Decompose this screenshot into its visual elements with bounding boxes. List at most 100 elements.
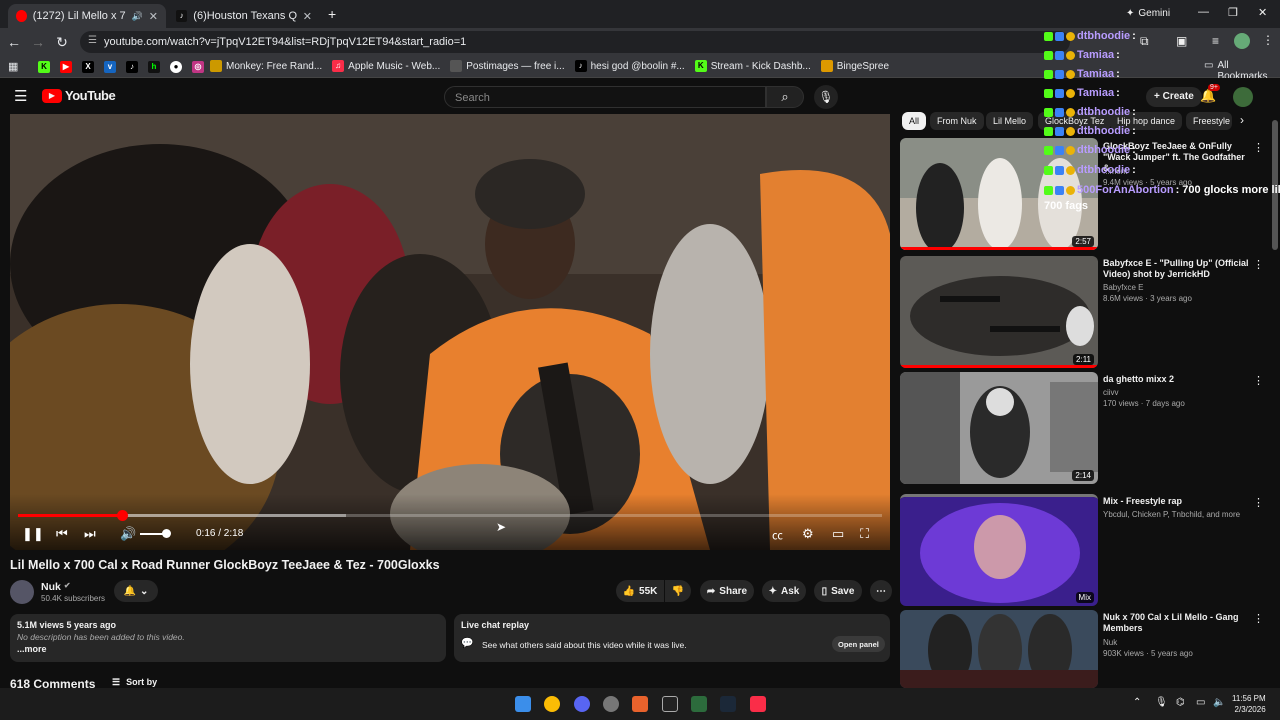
more-options-icon[interactable]: ⋮ xyxy=(1253,258,1264,271)
start-windows-icon[interactable] xyxy=(515,696,531,712)
fullscreen-icon[interactable]: ⛶ xyxy=(860,526,869,542)
related-title-2[interactable]: Babyfxce E - "Pulling Up" (Official Vide… xyxy=(1103,258,1253,280)
discord-icon[interactable] xyxy=(574,696,590,712)
x-icon[interactable]: X xyxy=(82,61,94,73)
more-actions-button[interactable]: ⋯ xyxy=(870,580,892,602)
like-button[interactable]: 👍 55K xyxy=(616,580,664,602)
shield-icon[interactable]: v xyxy=(104,61,116,73)
bookmark-tiktok[interactable]: ♪ hesi god @boolin #... xyxy=(574,60,685,72)
subscribed-bell-button[interactable]: 🔔 ⌄ xyxy=(114,580,158,602)
circle-icon[interactable]: ● xyxy=(170,61,182,73)
scrubber-handle[interactable] xyxy=(116,510,128,521)
settings-gear-icon[interactable]: ⚙ xyxy=(802,526,814,542)
autodesk-icon[interactable] xyxy=(632,696,648,712)
volume-handle[interactable] xyxy=(162,529,171,538)
hamburger-menu-icon[interactable]: ☰ xyxy=(14,87,27,105)
network-icon[interactable]: ⌬ xyxy=(1176,697,1185,708)
speaker-icon[interactable]: 🔊 xyxy=(132,11,143,22)
related-thumbnail-5[interactable] xyxy=(900,610,1098,688)
chevron-up-icon[interactable]: ⌃ xyxy=(1133,697,1141,708)
related-channel-4[interactable]: Ybcdul, Chicken P, Tnbchild, and more xyxy=(1103,509,1240,520)
close-tab-icon[interactable]: ✕ xyxy=(149,10,158,23)
tab-youtube[interactable]: (1272) Lil Mello x 700 Cal x 🔊 ✕ xyxy=(8,4,166,28)
related-channel-3[interactable]: ciivv xyxy=(1103,387,1119,398)
channel-name[interactable]: Nuk xyxy=(41,581,61,593)
captions-icon[interactable]: ㏄ xyxy=(772,527,783,543)
related-thumbnail-4[interactable]: Mix xyxy=(900,494,1098,606)
related-thumbnail-3[interactable]: 2:14 xyxy=(900,372,1098,484)
menu-kebab-icon[interactable]: ⋮ xyxy=(1262,33,1274,47)
sort-by-button[interactable]: ☰ Sort by xyxy=(112,677,157,688)
tab-tiktok[interactable]: ♪ (6)Houston Texans QB C.J. Stro ✕ xyxy=(168,4,320,28)
url-field[interactable]: ☰ youtube.com/watch?v=jTpqV12ET94&list=R… xyxy=(80,31,1070,53)
progress-track[interactable] xyxy=(18,510,882,521)
user-avatar[interactable] xyxy=(1233,87,1253,107)
more-link[interactable]: ...more xyxy=(17,644,47,654)
screencast-icon[interactable]: ▣ xyxy=(1176,34,1187,48)
steam-icon[interactable] xyxy=(720,696,736,712)
description-box[interactable]: 5.1M views 5 years ago No description ha… xyxy=(10,614,446,662)
pause-icon[interactable]: ❚❚ xyxy=(22,526,44,542)
related-channel-2[interactable]: Babyfxce E xyxy=(1103,282,1143,293)
share-button[interactable]: ➦ Share xyxy=(700,580,754,602)
new-tab-button[interactable]: + xyxy=(328,6,336,22)
bookmark-postimages[interactable]: Postimages — free i... xyxy=(450,60,565,72)
chip-all[interactable]: All xyxy=(902,112,927,130)
save-button[interactable]: ▯ Save xyxy=(814,580,862,602)
extensions-icon[interactable]: ⧉ xyxy=(1140,34,1149,49)
youtube-icon[interactable]: ▶ xyxy=(60,61,72,73)
more-options-icon[interactable]: ⋮ xyxy=(1253,374,1264,387)
ask-button[interactable]: ✦ Ask xyxy=(762,580,806,602)
clock[interactable]: 11:56 PM 2/3/2026 xyxy=(1232,693,1266,715)
chevron-right-icon[interactable]: › xyxy=(1240,113,1244,127)
notifications-button[interactable]: 🔔 9+ xyxy=(1200,84,1220,104)
bookmark-kick[interactable]: K Stream - Kick Dashb... xyxy=(694,60,811,72)
gemini-button[interactable]: ✦ Gemini xyxy=(1126,8,1170,19)
related-title-5[interactable]: Nuk x 700 Cal x Lil Mello - Gang Members xyxy=(1103,612,1253,634)
chip-freestyle[interactable]: Freestyle xyxy=(1186,112,1232,130)
back-button[interactable]: ← xyxy=(2,34,26,50)
youtube-logo[interactable]: ▶ YouTube xyxy=(42,88,116,103)
display-icon[interactable]: ▭ xyxy=(1196,697,1205,708)
more-options-icon[interactable]: ⋮ xyxy=(1253,141,1264,154)
dislike-button[interactable]: 👎 xyxy=(665,580,691,602)
minimize-button[interactable]: — xyxy=(1198,6,1209,18)
next-icon[interactable]: ⏭ xyxy=(84,526,96,542)
tab-search-icon[interactable]: ≡ xyxy=(1212,34,1219,48)
previous-icon[interactable]: ⏮ xyxy=(56,526,68,542)
apps-grid-icon[interactable]: ▦ xyxy=(8,60,18,73)
bookmark-apple-music[interactable]: ♫ Apple Music - Web... xyxy=(332,60,440,72)
video-player[interactable]: ❚❚ ⏮ ⏭ 🔊 0:16 / 2:18 ㏄ ⚙ ▭ ⛶ ➤ xyxy=(10,114,890,550)
instagram-icon[interactable]: ◎ xyxy=(192,61,204,73)
chip-from-nuk[interactable]: From Nuk xyxy=(930,112,984,130)
apple-music-icon[interactable] xyxy=(750,696,766,712)
volume-slider[interactable] xyxy=(140,529,171,538)
channel-avatar[interactable] xyxy=(10,580,34,604)
related-channel-5[interactable]: Nuk xyxy=(1103,637,1117,648)
related-title-3[interactable]: da ghetto mixx 2 xyxy=(1103,374,1253,385)
site-info-icon[interactable]: ☰ xyxy=(88,35,97,46)
kick-icon[interactable]: K xyxy=(38,61,50,73)
open-panel-button[interactable]: Open panel xyxy=(832,636,885,652)
more-options-icon[interactable]: ⋮ xyxy=(1253,496,1264,509)
related-thumbnail-2[interactable]: 2:11 xyxy=(900,256,1098,368)
app-icon[interactable] xyxy=(603,696,619,712)
close-tab-icon[interactable]: ✕ xyxy=(303,10,312,23)
h-icon[interactable]: h xyxy=(148,61,160,73)
reload-button[interactable]: ↻ xyxy=(50,34,74,51)
search-input[interactable]: Search xyxy=(444,86,766,108)
bookmark-bingespree[interactable]: BingeSpree xyxy=(820,60,889,72)
volume-icon[interactable]: 🔊 xyxy=(120,526,136,542)
mic-tray-icon[interactable]: 🎙 xyxy=(1155,697,1168,708)
tiktok-icon[interactable]: ♪ xyxy=(126,61,138,73)
forward-button[interactable]: → xyxy=(26,34,50,50)
g-app-icon[interactable] xyxy=(662,696,678,712)
chrome-icon[interactable] xyxy=(544,696,560,712)
close-window-button[interactable]: ✕ xyxy=(1258,6,1267,19)
voice-search-button[interactable]: 🎙 xyxy=(814,85,838,109)
create-button[interactable]: + Create xyxy=(1146,87,1202,107)
excel-icon[interactable] xyxy=(691,696,707,712)
speaker-tray-icon[interactable]: 🔈 xyxy=(1213,697,1225,708)
search-button[interactable]: ⌕ xyxy=(766,86,804,108)
bookmark-monkey[interactable]: Monkey: Free Rand... xyxy=(210,60,322,72)
